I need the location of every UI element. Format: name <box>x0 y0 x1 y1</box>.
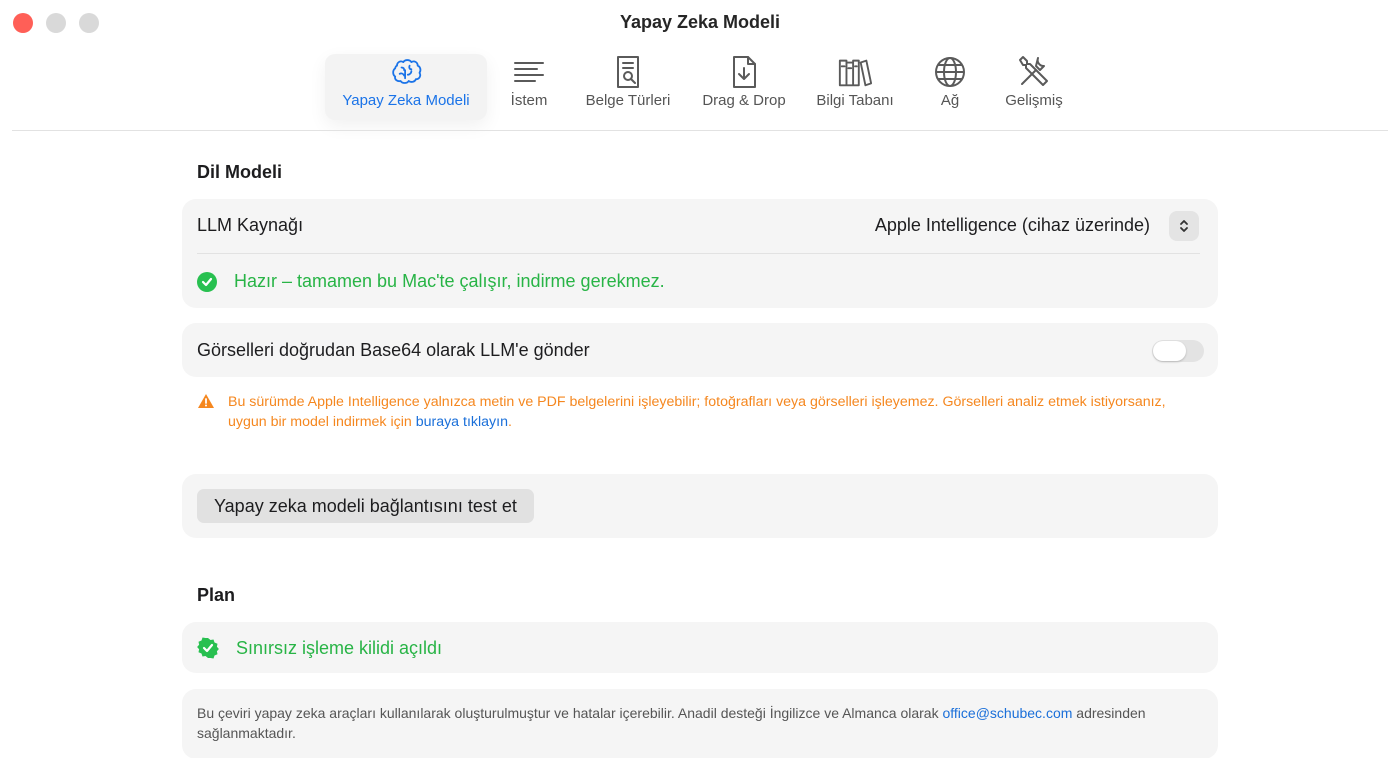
plan-status-card: Sınırsız işleme kilidi açıldı <box>182 622 1218 673</box>
tools-icon <box>1016 54 1052 90</box>
warning-body: Bu sürümde Apple Intelligence yalnızca m… <box>228 394 1166 430</box>
llm-source-card: LLM Kaynağı Apple Intelligence (cihaz üz… <box>182 199 1218 308</box>
section-title-language-model: Dil Modeli <box>197 162 282 182</box>
tab-ai-model[interactable]: Yapay Zeka Modeli <box>325 54 487 120</box>
tab-label: Drag & Drop <box>702 92 786 109</box>
tab-label: Ağ <box>940 92 960 109</box>
tab-document-types[interactable]: Belge Türleri <box>578 54 678 120</box>
tab-label: Bilgi Tabanı <box>816 92 894 109</box>
tab-label: Yapay Zeka Modeli <box>342 92 470 109</box>
document-download-icon <box>726 54 762 90</box>
preferences-window: Yapay Zeka Modeli Yapay Zeka Modeli İste… <box>0 0 1400 758</box>
tab-drag-drop[interactable]: Drag & Drop <box>694 54 794 120</box>
send-images-toggle[interactable] <box>1152 340 1204 362</box>
tab-advanced[interactable]: Gelişmiş <box>998 54 1070 120</box>
note-body: Bu çeviri yapay zeka araçları kullanılar… <box>197 705 943 721</box>
document-search-icon <box>610 54 646 90</box>
translation-note-card: Bu çeviri yapay zeka araçları kullanılar… <box>182 689 1218 758</box>
checkmark-circle-icon <box>197 271 217 292</box>
text-lines-icon <box>511 54 547 90</box>
warning-end: . <box>507 414 512 430</box>
preferences-toolbar: Yapay Zeka Modeli İstem Belge Türleri Dr… <box>0 50 1400 130</box>
tab-prompt[interactable]: İstem <box>504 54 554 120</box>
test-ai-connection-button[interactable]: Yapay zeka modeli bağlantısını test et <box>197 489 534 523</box>
plan-status: Sınırsız işleme kilidi açıldı <box>197 637 442 659</box>
llm-source-select-value[interactable]: Apple Intelligence (cihaz üzerinde) <box>875 215 1150 236</box>
section-title-plan: Plan <box>197 585 236 605</box>
test-connection-card: Yapay zeka modeli bağlantısını test et <box>182 474 1218 538</box>
chevron-up-down-icon <box>1180 220 1188 232</box>
plan-status-text: Sınırsız işleme kilidi açıldı <box>236 637 443 658</box>
tab-label: Gelişmiş <box>1005 92 1063 109</box>
brain-icon <box>388 54 424 90</box>
warning-triangle-icon <box>197 393 215 432</box>
row-separator <box>197 253 1200 254</box>
tab-knowledge-base[interactable]: Bilgi Tabanı <box>810 54 900 120</box>
books-icon <box>837 54 873 90</box>
window-title: Yapay Zeka Modeli <box>619 12 781 32</box>
toggle-knob <box>1153 341 1186 361</box>
send-images-label: Görselleri doğrudan Base64 olarak LLM'e … <box>197 340 590 360</box>
download-model-link[interactable]: buraya tıklayın <box>416 414 508 430</box>
llm-status-text: Hazır – tamamen bu Mac'te çalışır, indir… <box>234 271 665 291</box>
llm-status: Hazır – tamamen bu Mac'te çalışır, indir… <box>197 271 665 292</box>
globe-icon <box>932 54 968 90</box>
tab-network[interactable]: Ağ <box>929 54 971 120</box>
support-email-link[interactable]: office@schubec.com <box>942 705 1072 721</box>
llm-source-popup-button[interactable] <box>1169 211 1199 241</box>
warning-text: Bu sürümde Apple Intelligence yalnızca m… <box>228 392 1207 432</box>
translation-note: Bu çeviri yapay zeka araçları kullanılar… <box>197 703 1207 743</box>
tab-label: İstem <box>510 92 548 109</box>
apple-intelligence-warning: Bu sürümde Apple Intelligence yalnızca m… <box>197 392 1207 432</box>
send-images-card: Görselleri doğrudan Base64 olarak LLM'e … <box>182 323 1218 377</box>
toolbar-divider <box>12 130 1388 131</box>
tab-label: Belge Türleri <box>585 92 671 109</box>
llm-source-label: LLM Kaynağı <box>197 215 304 235</box>
verified-badge-icon <box>197 637 219 659</box>
